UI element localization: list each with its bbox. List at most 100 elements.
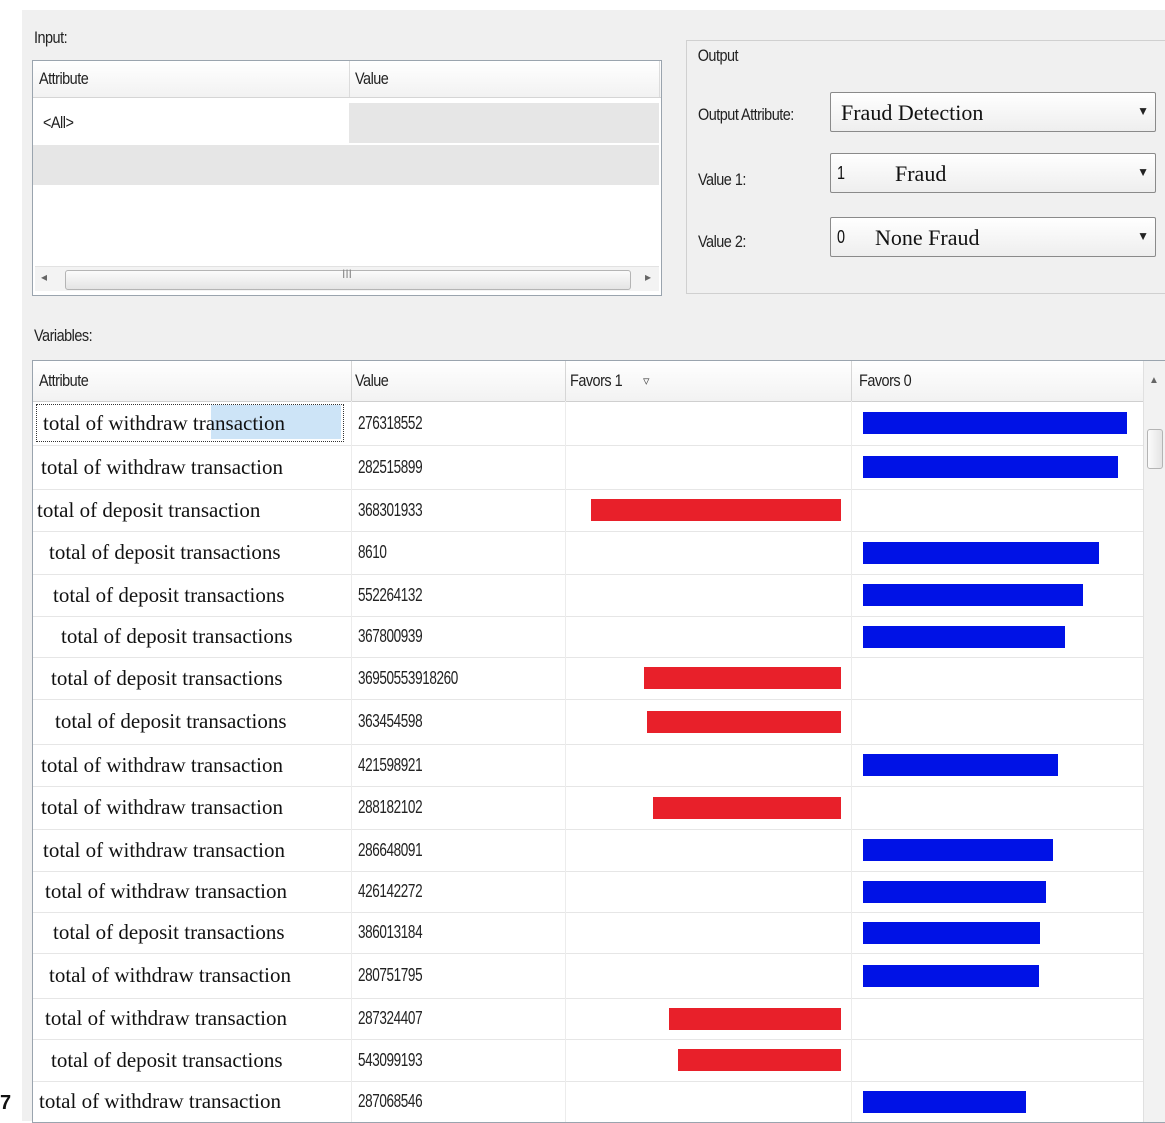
variable-row[interactable]: total of deposit transactions 543099193: [33, 1039, 1145, 1082]
variable-value: 426142272: [358, 881, 423, 901]
variable-row[interactable]: total of withdraw transaction 288182102: [33, 786, 1145, 830]
value1-number: 1: [837, 163, 846, 183]
variable-attribute: total of deposit transactions: [53, 582, 285, 607]
input-col-value[interactable]: Value: [355, 69, 389, 89]
favors-0-bar: [863, 921, 1040, 944]
input-row[interactable]: <All>: [33, 103, 661, 143]
value1-select[interactable]: 1 Fraud ▼: [830, 153, 1156, 193]
variable-row[interactable]: total of withdraw transaction 421598921: [33, 744, 1145, 787]
variable-attribute: total of deposit transactions: [61, 624, 293, 648]
variable-value: 282515899: [358, 456, 423, 477]
input-col-attribute[interactable]: Attribute: [39, 69, 89, 89]
scroll-left-icon[interactable]: ◂: [41, 270, 47, 284]
input-grid-header: Attribute Value: [33, 61, 661, 98]
variable-row[interactable]: total of withdraw transaction 286648091: [33, 829, 1145, 872]
variable-row[interactable]: total of deposit transactions 8610: [33, 531, 1145, 575]
variable-row[interactable]: total of deposit transactions 363454598: [33, 699, 1145, 745]
favors-1-bar: [653, 796, 841, 819]
favors-1-bar: [591, 499, 841, 521]
variable-row[interactable]: total of deposit transactions 36950553918…: [33, 657, 1145, 700]
value2-label: Value 2:: [698, 232, 746, 251]
variable-attribute: total of withdraw transaction: [43, 837, 286, 862]
variable-value: 286648091: [358, 839, 423, 860]
variable-attribute: total of deposit transactions: [49, 540, 281, 564]
variable-value: 287068546: [358, 1091, 423, 1111]
col-favors-1[interactable]: Favors 1: [570, 371, 623, 391]
value1-text: Fraud: [895, 161, 947, 186]
variable-row[interactable]: total of withdraw transaction 282515899: [33, 445, 1145, 490]
chevron-down-icon[interactable]: ▼: [1137, 165, 1149, 179]
variable-row[interactable]: total of deposit transactions 386013184: [33, 912, 1145, 954]
variable-value: 367800939: [358, 626, 423, 646]
scroll-up-icon[interactable]: ▲: [1149, 375, 1159, 386]
variable-value: 8610: [358, 542, 387, 562]
chevron-down-icon[interactable]: ▼: [1137, 104, 1149, 118]
col-favors-0[interactable]: Favors 0: [859, 371, 912, 391]
variable-value: 280751795: [358, 965, 423, 985]
col-value[interactable]: Value: [355, 371, 389, 391]
value1-label: Value 1:: [698, 170, 746, 189]
variables-vertical-scrollbar[interactable]: ▲: [1143, 361, 1165, 1122]
favors-0-bar: [863, 412, 1127, 434]
variable-row[interactable]: total of withdraw transaction 287324407: [33, 998, 1145, 1040]
favors-1-bar: [647, 710, 841, 733]
favors-0-bar: [863, 625, 1065, 648]
variable-attribute: total of deposit transactions: [51, 665, 283, 690]
variable-attribute: total of deposit transactions: [55, 709, 287, 733]
variable-row[interactable]: total of deposit transactions 552264132: [33, 574, 1145, 617]
variable-attribute: total of withdraw transaction: [41, 454, 284, 479]
variable-row[interactable]: total of withdraw transaction 276318552: [33, 401, 1145, 446]
variable-row[interactable]: total of deposit transaction 368301933: [33, 489, 1145, 532]
favors-0-bar: [863, 1090, 1026, 1113]
input-grid[interactable]: Attribute Value <All> ◂ III ▸: [32, 60, 662, 296]
variable-value: 552264132: [358, 584, 423, 605]
variable-attribute: total of withdraw transaction: [45, 879, 288, 903]
output-attribute-label: Output Attribute:: [698, 105, 794, 124]
variable-value: 363454598: [358, 711, 423, 731]
variable-attribute: total of withdraw transaction: [43, 410, 286, 435]
variables-grid-header: Attribute Value Favors 1 ▿ Favors 0: [33, 361, 1165, 402]
scroll-grip-icon: III: [341, 267, 353, 281]
favors-1-bar: [678, 1049, 841, 1071]
input-row-new[interactable]: [33, 145, 661, 185]
sort-filter-icon[interactable]: ▿: [643, 373, 650, 389]
value2-text: None Fraud: [875, 225, 980, 250]
variable-row[interactable]: total of withdraw transaction 287068546: [33, 1081, 1145, 1122]
output-attribute-select[interactable]: Fraud Detection ▼: [830, 92, 1156, 132]
favors-0-bar: [863, 541, 1099, 564]
favors-0-bar: [863, 754, 1058, 776]
input-row-attribute[interactable]: <All>: [43, 113, 74, 133]
output-group-label: Output: [696, 46, 740, 66]
variable-row[interactable]: total of withdraw transaction 426142272: [33, 871, 1145, 913]
scroll-right-icon[interactable]: ▸: [645, 270, 651, 284]
variables-label: Variables:: [34, 326, 93, 345]
value2-select[interactable]: 0 None Fraud ▼: [830, 217, 1156, 257]
variable-value: 288182102: [358, 797, 423, 817]
input-horizontal-scrollbar[interactable]: ◂ III ▸: [35, 266, 659, 291]
variable-attribute: total of withdraw transaction: [45, 1006, 288, 1030]
variable-attribute: total of withdraw transaction: [49, 963, 292, 987]
variable-attribute: total of deposit transactions: [51, 1047, 283, 1072]
variable-row[interactable]: total of withdraw transaction 280751795: [33, 953, 1145, 999]
variable-value: 421598921: [358, 754, 423, 775]
favors-0-bar: [863, 880, 1046, 903]
favors-0-bar: [863, 456, 1118, 478]
favors-0-bar: [863, 839, 1053, 861]
input-row-value[interactable]: [349, 103, 659, 143]
variable-attribute: total of withdraw transaction: [41, 795, 284, 819]
favors-0-bar: [863, 584, 1083, 606]
variable-attribute: total of deposit transactions: [53, 920, 285, 944]
variable-row[interactable]: total of deposit transactions 367800939: [33, 616, 1145, 658]
value2-number: 0: [837, 227, 846, 247]
variable-attribute: total of withdraw transaction: [39, 1089, 282, 1113]
col-attribute[interactable]: Attribute: [39, 371, 89, 391]
variable-value: 386013184: [358, 922, 423, 942]
variable-value: 368301933: [358, 499, 423, 520]
chevron-down-icon[interactable]: ▼: [1137, 229, 1149, 243]
variable-value: 36950553918260: [358, 667, 458, 688]
variable-value: 543099193: [358, 1049, 423, 1070]
variable-value: 287324407: [358, 1008, 423, 1028]
scroll-thumb[interactable]: [1147, 429, 1163, 469]
variable-attribute: total of withdraw transaction: [41, 752, 284, 777]
variables-grid[interactable]: Attribute Value Favors 1 ▿ Favors 0 tota…: [32, 360, 1165, 1123]
